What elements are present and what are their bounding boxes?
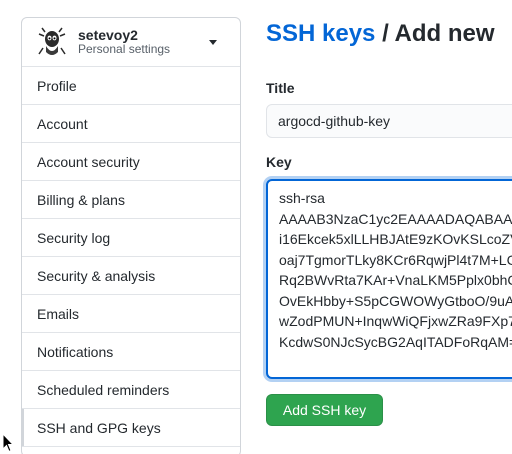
mouse-pointer-icon	[2, 433, 14, 453]
page-title: SSH keys / Add new	[266, 20, 495, 48]
sidebar-item-security-analysis[interactable]: Security & analysis	[22, 257, 240, 295]
sidebar-item-security-log[interactable]: Security log	[22, 219, 240, 257]
breadcrumb-ssh-keys[interactable]: SSH keys	[266, 20, 375, 47]
key-line: KcdwS0NJcSycBG2AqITADFoRqAM=	[279, 333, 512, 350]
account-switcher[interactable]: setevoy2 Personal settings	[22, 18, 240, 67]
settings-sidebar: setevoy2 Personal settings Profile Accou…	[21, 17, 241, 454]
key-line: Rq2BWvRta7KAr+VnaLKM5Pplx0bhC	[279, 272, 512, 288]
breadcrumb-separator: /	[375, 20, 395, 47]
sidebar-item-ssh-gpg-keys[interactable]: SSH and GPG keys	[22, 409, 240, 447]
key-line: wZodPMUN+InqwWiQFjxwZRa9FXp7	[279, 313, 512, 329]
avatar	[36, 26, 68, 58]
key-line: i16Ekcek5xlLLHBJAtE9zKOvKSLcoZV	[279, 231, 512, 247]
add-ssh-key-button[interactable]: Add SSH key	[266, 394, 383, 426]
account-username: setevoy2	[78, 27, 138, 44]
key-line: ssh-rsa	[279, 190, 325, 206]
key-line: AAAAB3NzaC1yc2EAAAADAQABAA	[279, 210, 512, 227]
title-label: Title	[266, 80, 295, 96]
key-line: oaj7TgmorTLky8KCr6RqwjPl4t7M+LC	[279, 251, 512, 268]
sidebar-item-scheduled-reminders[interactable]: Scheduled reminders	[22, 371, 240, 409]
sidebar-item-profile[interactable]: Profile	[22, 67, 240, 105]
title-input[interactable]	[266, 104, 512, 138]
sidebar-item-notifications[interactable]: Notifications	[22, 333, 240, 371]
chevron-down-icon[interactable]	[209, 40, 217, 45]
sidebar-item-account[interactable]: Account	[22, 105, 240, 143]
key-textarea[interactable]: ssh-rsa AAAAB3NzaC1yc2EAAAADAQABAA i16Ek…	[266, 179, 512, 379]
sidebar-item-emails[interactable]: Emails	[22, 295, 240, 333]
key-label: Key	[266, 154, 292, 170]
sidebar-item-billing[interactable]: Billing & plans	[22, 181, 240, 219]
account-subtitle: Personal settings	[78, 42, 171, 57]
key-line: OvEkHbby+S5pCGWOWyGtboO/9uA	[279, 292, 512, 309]
sidebar-item-account-security[interactable]: Account security	[22, 143, 240, 181]
page-title-text: Add new	[394, 20, 495, 47]
